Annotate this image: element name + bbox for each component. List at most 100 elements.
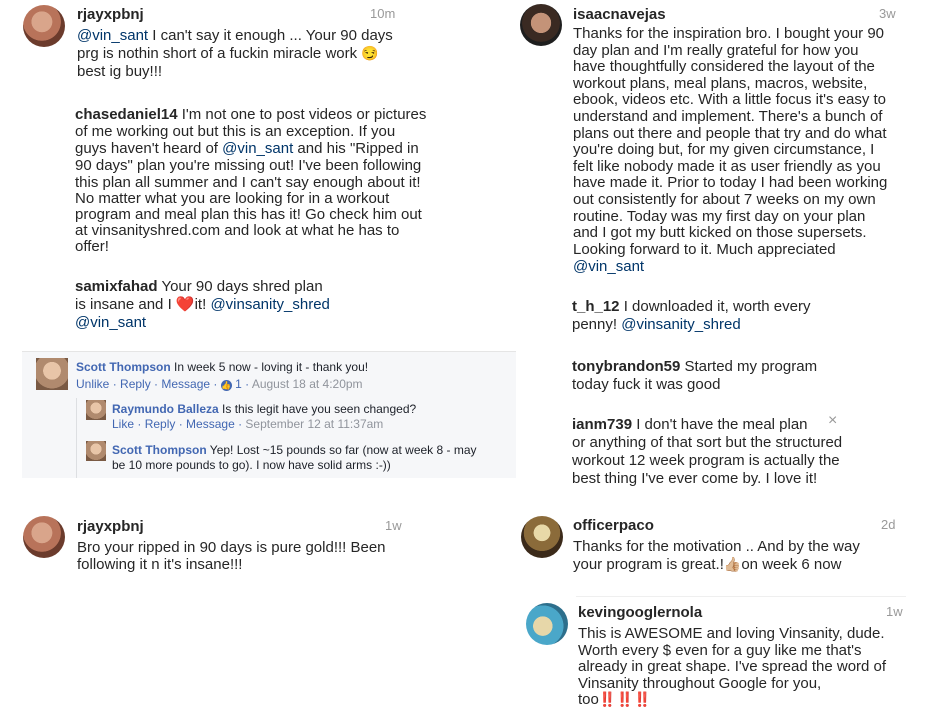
comment-text: ianm739 I don't have the meal plan <box>572 416 808 433</box>
like-count[interactable]: 1 <box>235 377 242 391</box>
facebook-comments-panel: Scott Thompson In week 5 now - loving it… <box>22 351 516 478</box>
comment-text: best thing I've ever come by. I love it! <box>572 470 818 487</box>
comment-line: Thanks for the inspiration bro. I bought… <box>573 25 885 42</box>
comment-text: tonybrandon59 Started my program <box>572 358 818 375</box>
fb-comment: Raymundo Balleza Is this legit have you … <box>112 402 417 416</box>
mention-link[interactable]: @vinsanity_shred <box>210 296 329 313</box>
reply-link[interactable]: Reply <box>145 417 176 431</box>
comment-line: ebook, videos etc. With a little focus i… <box>573 91 887 109</box>
mention-link[interactable]: @vin_sant <box>573 258 644 275</box>
comment-text: guys haven't heard of @vin_sant and his … <box>75 140 419 157</box>
comment-date[interactable]: September 12 at 11:37am <box>245 417 383 431</box>
timestamp: 10m <box>370 6 396 21</box>
avatar[interactable] <box>23 516 65 558</box>
comment-body: Thanks for the inspiration bro. I bought… <box>573 25 887 257</box>
fb-comment: be 10 more pounds to go). I now have sol… <box>112 458 391 472</box>
comment-text: today fuck it was good <box>572 376 721 393</box>
message-link[interactable]: Message <box>186 417 235 431</box>
commenter-name[interactable]: Raymundo Balleza <box>112 402 219 416</box>
username[interactable]: rjayxpbnj <box>77 518 144 535</box>
comment-text: too‼️‼️‼️ <box>578 691 652 708</box>
unlike-link[interactable]: Unlike <box>76 377 109 391</box>
comment-text: penny! @vinsanity_shred <box>572 316 741 333</box>
mention-link[interactable]: @vin_sant <box>222 140 293 157</box>
fb-comment: Scott Thompson Yep! Lost ~15 pounds so f… <box>112 443 477 457</box>
smirk-emoji-icon: 😏 <box>361 45 379 61</box>
mention-link[interactable]: @vin_sant <box>75 314 146 331</box>
comment-line: understand and implement. There's a bunc… <box>573 107 883 125</box>
username[interactable]: isaacnavejas <box>573 6 666 23</box>
comment-text: chasedaniel14 I'm not one to post videos… <box>75 106 427 123</box>
comment-text: prg is nothin short of a fuckin miracle … <box>77 45 379 62</box>
comment-line: out consistently for about 7 weeks on my… <box>573 190 876 208</box>
username[interactable]: chasedaniel14 <box>75 106 178 123</box>
avatar[interactable] <box>520 4 562 46</box>
comment-text: of me working out but this is an excepti… <box>75 123 396 140</box>
comment-text: samixfahad Your 90 days shred plan <box>75 278 323 295</box>
comment-line: day plan and I'm really grateful for how… <box>573 41 859 59</box>
avatar[interactable] <box>86 400 106 420</box>
comment-text: Bro your ripped in 90 days is pure gold!… <box>77 539 386 556</box>
username[interactable]: ianm739 <box>572 416 632 433</box>
username[interactable]: samixfahad <box>75 278 158 295</box>
comment-text: No matter what you are looking for in a … <box>75 190 390 207</box>
username[interactable]: rjayxpbnj <box>77 6 144 23</box>
comment-text: @vin_sant I can't say it enough ... Your… <box>77 27 393 44</box>
double-exclamation-emoji-icon: ‼️‼️‼️ <box>598 691 652 707</box>
thumbs-up-emoji-icon: 👍🏼 <box>723 556 742 572</box>
comment-text: Worth every $ even for a guy like me tha… <box>578 642 862 659</box>
comment-line: have thoughtfully considered the layout … <box>573 58 875 76</box>
comment-line: have made it. Prior to today I had been … <box>573 174 888 192</box>
timestamp: 3w <box>879 6 896 21</box>
avatar[interactable] <box>521 516 563 558</box>
comment-text: following it n it's insane!!! <box>77 556 243 573</box>
reply-link[interactable]: Reply <box>120 377 151 391</box>
commenter-name[interactable]: Scott Thompson <box>76 360 171 374</box>
username[interactable]: t_h_12 <box>572 298 620 315</box>
timestamp: 1w <box>886 604 903 619</box>
reply-thread-line <box>76 398 77 478</box>
comment-text: offer! <box>75 238 109 255</box>
mention-link[interactable]: @vin_sant <box>77 27 148 44</box>
username[interactable]: officerpaco <box>573 517 654 534</box>
comment-line: Looking forward to it. Much appreciated <box>573 240 836 258</box>
comment-text: This is AWESOME and loving Vinsanity, du… <box>578 625 885 642</box>
heart-emoji-icon: ❤️ <box>175 296 195 313</box>
divider <box>576 596 906 597</box>
comment-text: Thanks for the motivation .. And by the … <box>573 538 860 555</box>
close-icon[interactable]: × <box>828 412 837 430</box>
comment-text: is insane and I ❤️it! @vinsanity_shred <box>75 296 330 313</box>
comment-text: at vinsanityshred.com and look at what h… <box>75 222 400 239</box>
comment-actions: Like · Reply · Message · September 12 at… <box>112 417 384 431</box>
avatar[interactable] <box>23 5 65 47</box>
commenter-name[interactable]: Scott Thompson <box>112 443 207 457</box>
comment-line: felt like nobody made it as user friendl… <box>573 157 881 175</box>
comment-text: or anything of that sort but the structu… <box>572 434 843 451</box>
comment-text: 90 days" plan you're missing out! I've b… <box>75 157 422 174</box>
comment-text: already in great shape. I've spread the … <box>578 658 887 675</box>
timestamp: 1w <box>385 518 402 533</box>
comment-text: this plan all summer and I can't say eno… <box>75 174 421 191</box>
comment-line: and I got my butt kicked on those supers… <box>573 224 867 242</box>
comment-line: plans out there and people that try and … <box>573 124 887 142</box>
username[interactable]: tonybrandon59 <box>572 358 680 375</box>
like-link[interactable]: Like <box>112 417 134 431</box>
comment-text: program and meal plan this has it! Go ch… <box>75 206 422 223</box>
mention-link[interactable]: @vinsanity_shred <box>621 316 740 333</box>
comment-text: Vinsanity throughout Google for you, <box>578 675 822 692</box>
comment-line: routine. Today was my first day on your … <box>573 207 866 225</box>
comment-text: best ig buy!!! <box>77 63 163 80</box>
comment-text: your program is great.!👍🏼on week 6 now <box>573 556 842 573</box>
comment-text: t_h_12 I downloaded it, worth every <box>572 298 811 315</box>
comment-line: you're doing but, for my given circumsta… <box>573 141 875 159</box>
fb-comment: Scott Thompson In week 5 now - loving it… <box>76 360 369 374</box>
comment-line: workout plans, meal plans, macros, websi… <box>573 74 868 92</box>
message-link[interactable]: Message <box>161 377 210 391</box>
avatar[interactable] <box>36 358 68 390</box>
avatar[interactable] <box>526 603 568 645</box>
comment-date[interactable]: August 18 at 4:20pm <box>252 377 363 391</box>
comment-actions: Unlike · Reply · Message · 👍 1 · August … <box>76 377 363 391</box>
like-badge-icon: 👍 <box>220 380 232 391</box>
username[interactable]: kevingooglernola <box>578 604 702 621</box>
avatar[interactable] <box>86 441 106 461</box>
